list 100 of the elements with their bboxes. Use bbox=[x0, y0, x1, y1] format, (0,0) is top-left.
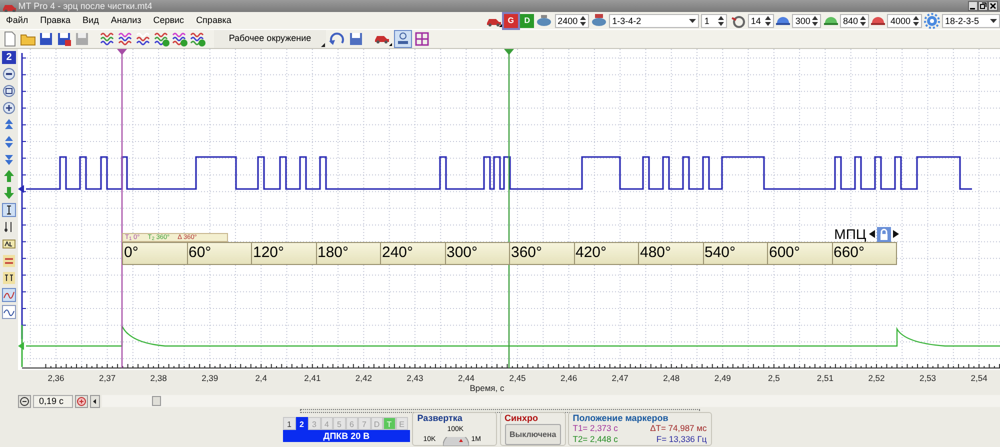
zoom-in-button[interactable] bbox=[75, 394, 88, 408]
axis-tick-label: 2,39 bbox=[202, 373, 218, 383]
adjust-icon[interactable] bbox=[2, 254, 16, 268]
wave-icon[interactable] bbox=[136, 31, 152, 47]
spin-arrows-icon[interactable] bbox=[764, 16, 771, 26]
axis-tick-label: 2,52 bbox=[868, 373, 885, 383]
wave-icon[interactable] bbox=[118, 31, 134, 47]
scale-label: 360° bbox=[511, 244, 542, 261]
spin-field[interactable]: 840 bbox=[840, 14, 869, 28]
menu-item[interactable]: Вид bbox=[76, 12, 105, 29]
sync-button[interactable]: Выключена bbox=[504, 424, 562, 445]
wave-check-icon[interactable] bbox=[172, 31, 188, 47]
axis-tick-label: 2,42 bbox=[355, 373, 372, 383]
scale-label: 420° bbox=[576, 244, 607, 261]
axis-label: Время, с bbox=[470, 383, 504, 393]
close-button[interactable] bbox=[988, 1, 998, 11]
scale-label: 660° bbox=[834, 244, 865, 261]
label-icon[interactable] bbox=[2, 237, 16, 251]
window-title: MT Pro 4 - эрц после чистки.mt4 bbox=[18, 0, 152, 12]
chart-icon[interactable] bbox=[2, 288, 16, 302]
axis-tick-label: 2,53 bbox=[919, 373, 936, 383]
wave-check-icon[interactable] bbox=[154, 31, 170, 47]
marker-readout: F= 13,336 Гц bbox=[655, 434, 707, 445]
channel-tab[interactable]: 1 bbox=[283, 417, 296, 430]
undo-icon[interactable] bbox=[328, 31, 346, 47]
menu-item[interactable]: Сервис bbox=[147, 12, 190, 29]
gauge-icon bbox=[871, 16, 886, 25]
sweep-knob[interactable] bbox=[443, 437, 470, 446]
zoom-in-icon[interactable] bbox=[2, 101, 16, 115]
save-icon[interactable] bbox=[38, 31, 54, 47]
restore-button[interactable] bbox=[978, 1, 988, 11]
dropdown-arrow-icon[interactable] bbox=[990, 18, 997, 22]
spin-arrows-icon[interactable] bbox=[718, 16, 724, 26]
spin-arrows-icon[interactable] bbox=[860, 16, 866, 26]
minimize-button[interactable] bbox=[968, 1, 978, 11]
scale-label: 180° bbox=[318, 244, 349, 261]
right-arrow-icon[interactable] bbox=[893, 230, 899, 238]
move-up-icon[interactable] bbox=[2, 118, 16, 132]
wave-check-icon[interactable] bbox=[190, 31, 206, 47]
mode-toggle[interactable]: G bbox=[504, 14, 518, 28]
spin-field[interactable]: 14 bbox=[748, 14, 774, 28]
group-title: Развертка bbox=[417, 413, 462, 423]
expand-icon[interactable] bbox=[2, 135, 16, 149]
axis-tick-label: 2,51 bbox=[816, 373, 834, 383]
spin-field[interactable]: 2400 bbox=[554, 14, 589, 28]
engine-icon bbox=[536, 12, 552, 28]
splitter-handle[interactable] bbox=[300, 409, 700, 413]
marker-readout: ΔT= 74,987 мс bbox=[649, 423, 707, 434]
cursor-mode-icon[interactable] bbox=[394, 30, 412, 48]
spin-arrows-icon[interactable] bbox=[912, 16, 918, 26]
scrollbar-track[interactable] bbox=[102, 395, 1000, 407]
fit-icon[interactable] bbox=[2, 84, 16, 98]
arrow-up-icon[interactable] bbox=[2, 169, 16, 183]
move-down-icon[interactable] bbox=[2, 152, 16, 166]
spin-field[interactable]: 4000 bbox=[887, 14, 922, 28]
save-as-icon[interactable] bbox=[56, 31, 72, 47]
gauge-icon bbox=[824, 16, 838, 25]
wave-icon[interactable] bbox=[100, 31, 116, 47]
axis-tick-label: 2,48 bbox=[663, 373, 680, 383]
scale-label: 120° bbox=[253, 244, 284, 261]
text-cursor-icon[interactable] bbox=[2, 203, 16, 217]
menu-item[interactable]: Правка bbox=[34, 12, 77, 29]
marker-readout: T1= 2,373 с bbox=[572, 423, 619, 434]
dropdown-corner-icon[interactable] bbox=[321, 43, 325, 47]
axis-tick-label: 2,37 bbox=[99, 373, 116, 383]
menu-item[interactable]: Справка bbox=[190, 12, 238, 29]
gauge-icon bbox=[776, 16, 790, 25]
zoom-out-icon[interactable] bbox=[2, 67, 16, 81]
spin-field[interactable]: 300 bbox=[792, 14, 822, 28]
spin-arrows-icon[interactable] bbox=[580, 16, 586, 26]
grid-icon[interactable] bbox=[414, 31, 430, 47]
dropdown-field[interactable]: 18-2-3-5 bbox=[942, 14, 1000, 28]
spin-arrows-icon[interactable] bbox=[812, 16, 818, 26]
axis-tick-label: 2,46 bbox=[560, 373, 578, 383]
mode-toggle[interactable]: D bbox=[520, 14, 534, 28]
group-title: Синхро bbox=[504, 413, 538, 423]
spin-field[interactable]: 1 bbox=[701, 14, 728, 28]
chart-icon[interactable] bbox=[2, 305, 16, 319]
scrollbar-thumb[interactable] bbox=[152, 396, 161, 406]
workspace-button[interactable]: Рабочее окружение bbox=[214, 30, 326, 48]
scale-label: 480° bbox=[640, 244, 672, 261]
left-arrow-icon[interactable] bbox=[868, 230, 874, 238]
axis-tick-label: 2,4 bbox=[255, 373, 268, 383]
marker-readout: T2= 2,448 с bbox=[572, 434, 619, 445]
menu-item[interactable]: Анализ bbox=[104, 12, 148, 29]
zoom-out-button[interactable] bbox=[18, 394, 31, 408]
dropdown-field[interactable]: 1-3-4-2 bbox=[609, 14, 700, 28]
save-icon[interactable] bbox=[348, 31, 364, 47]
menu-item[interactable]: Файл bbox=[0, 12, 34, 29]
time-window-field[interactable]: 0,19 с bbox=[33, 394, 73, 408]
dropdown-arrow-icon[interactable] bbox=[689, 18, 696, 22]
scale-title: МПЦ bbox=[834, 226, 866, 242]
channel-badge[interactable]: 2 bbox=[2, 51, 16, 64]
new-document-icon[interactable] bbox=[2, 31, 18, 47]
axis-tick-label: 2,45 bbox=[509, 373, 526, 383]
axis-tick-label: 2,49 bbox=[714, 373, 731, 383]
scroll-left-button[interactable] bbox=[90, 394, 100, 408]
time-icon[interactable] bbox=[2, 271, 16, 285]
channel-tab[interactable]: 2 bbox=[296, 417, 308, 430]
axis-tick-label: 2,38 bbox=[150, 373, 167, 383]
